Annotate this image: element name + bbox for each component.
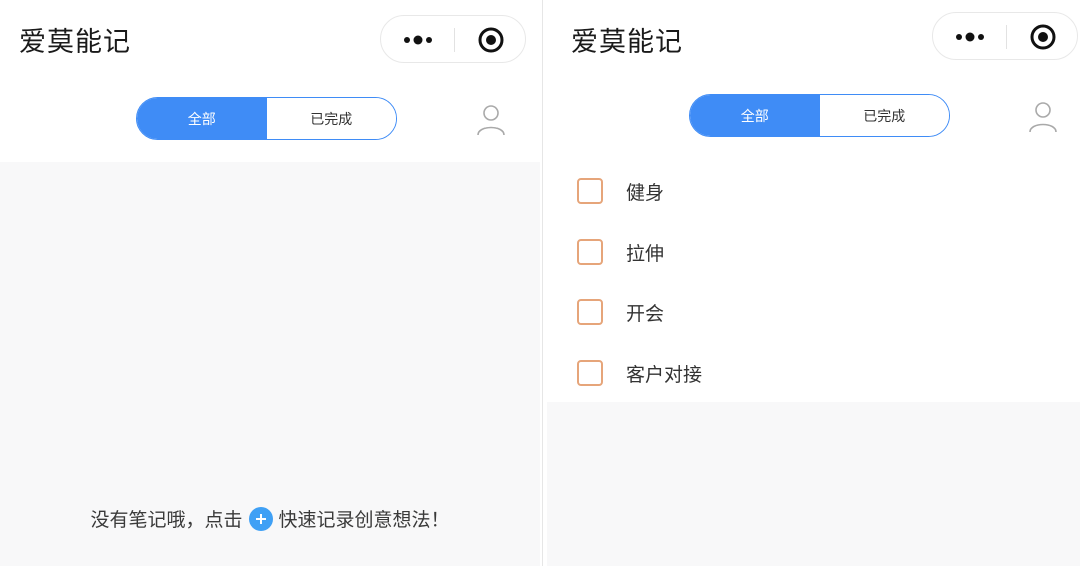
tab-all[interactable]: 全部 <box>690 95 820 136</box>
list-item[interactable]: 拉伸 <box>547 221 1080 281</box>
capsule-divider <box>1006 25 1007 49</box>
empty-message-text-start: 没有笔记哦，点击 <box>90 509 243 531</box>
list-item[interactable]: 客户对接 <box>547 342 1080 402</box>
header: 爱莫能记 全部 已完成 <box>0 0 540 162</box>
header: 爱莫能记 全部 已完成 <box>547 0 1080 160</box>
capsule-divider <box>454 28 455 52</box>
user-icon[interactable] <box>1028 100 1058 134</box>
miniprogram-capsule <box>380 15 526 63</box>
todo-checkbox[interactable] <box>577 239 603 265</box>
list-item[interactable]: 开会 <box>547 281 1080 341</box>
todo-checkbox[interactable] <box>577 299 603 325</box>
todo-list: 健身 拉伸 开会 客户对接 <box>547 160 1080 402</box>
tab-all[interactable]: 全部 <box>137 98 267 139</box>
app-title: 爱莫能记 <box>571 27 683 58</box>
empty-message-text-end: 快速记录创意想法！ <box>278 509 450 531</box>
todo-label: 健身 <box>626 182 665 204</box>
panel-divider <box>540 0 547 566</box>
todo-checkbox[interactable] <box>577 178 603 204</box>
filter-segment: 全部 已完成 <box>689 94 950 137</box>
todo-label: 开会 <box>626 303 665 325</box>
plus-icon[interactable] <box>248 506 273 531</box>
screen-empty-state: 爱莫能记 全部 已完成 没有笔记哦，点击 快速记录创意想法！ <box>0 0 540 566</box>
empty-message: 没有笔记哦，点击 快速记录创意想法！ <box>0 505 540 532</box>
tab-done[interactable]: 已完成 <box>266 98 396 139</box>
miniprogram-capsule <box>932 12 1078 60</box>
tab-done[interactable]: 已完成 <box>819 95 949 136</box>
list-item[interactable]: 健身 <box>547 160 1080 220</box>
app-title: 爱莫能记 <box>19 27 131 58</box>
user-icon[interactable] <box>476 103 506 137</box>
target-icon[interactable] <box>1029 23 1057 51</box>
todo-checkbox[interactable] <box>577 360 603 386</box>
more-dots-icon[interactable] <box>952 25 988 49</box>
filter-segment: 全部 已完成 <box>136 97 397 140</box>
todo-label: 拉伸 <box>626 243 665 265</box>
target-icon[interactable] <box>477 26 505 54</box>
todo-label: 客户对接 <box>626 364 703 386</box>
more-dots-icon[interactable] <box>400 28 436 52</box>
screen-todo-list: 爱莫能记 全部 已完成 健身 拉伸 开会 客户对接 <box>547 0 1080 566</box>
